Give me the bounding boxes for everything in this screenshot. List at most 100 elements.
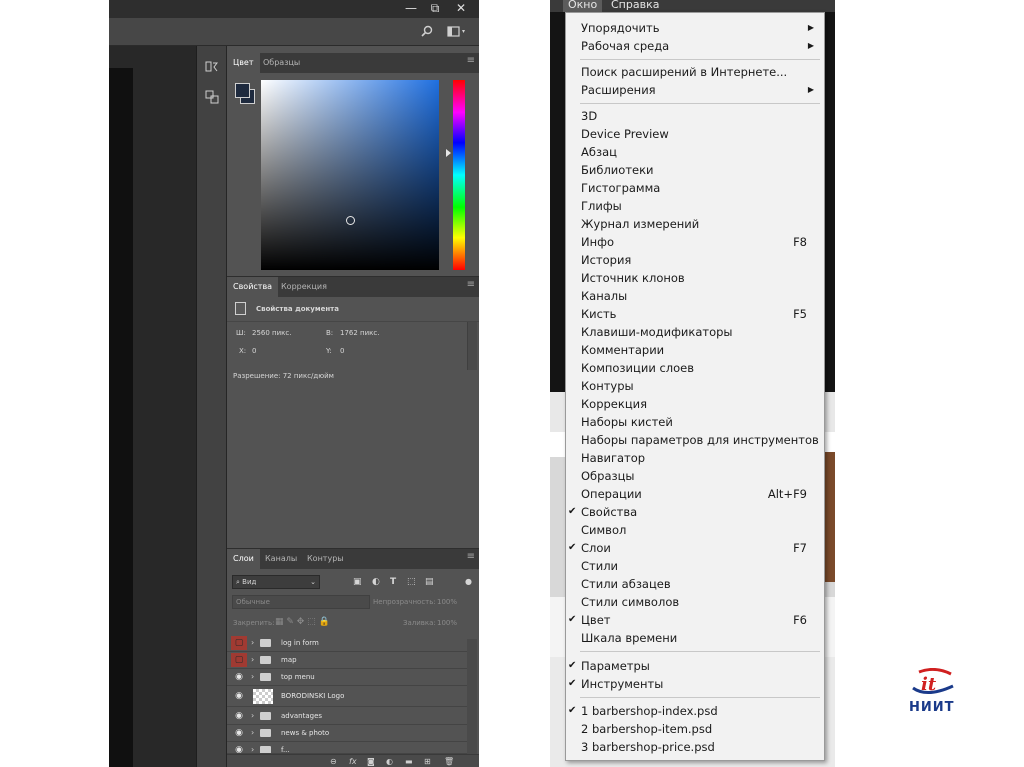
adjustments-icon[interactable] <box>199 90 225 112</box>
menu-item-modifier-keys[interactable]: Клавиши-модификаторы <box>566 323 824 341</box>
blend-mode-select[interactable]: Обычные <box>232 595 370 609</box>
fill-value[interactable]: 100% <box>437 619 457 627</box>
menu-item-clone-source[interactable]: Источник клонов <box>566 269 824 287</box>
layer-name[interactable]: news & photo <box>281 725 329 742</box>
layer-kind-filter[interactable]: ⌕ Вид ⌄ <box>232 575 320 589</box>
chevron-right-icon[interactable]: › <box>251 670 254 684</box>
menu-item-adjustments[interactable]: Коррекция <box>566 395 824 413</box>
layer-row[interactable]: ◉ › top menu <box>227 669 467 686</box>
menu-item-find-extensions[interactable]: Поиск расширений в Интернете... <box>566 63 824 81</box>
search-icon[interactable] <box>421 25 433 37</box>
layer-row[interactable]: ▢ › log in form <box>227 635 467 652</box>
tab-paths[interactable]: Контуры <box>301 549 350 569</box>
x-value[interactable]: 0 <box>252 347 256 355</box>
menu-item-tools[interactable]: ✔ Инструменты <box>566 675 824 693</box>
eye-icon[interactable]: ◉ <box>231 689 247 703</box>
menu-item-open-document[interactable]: ✔ 1 barbershop-index.psd <box>566 702 824 720</box>
y-value[interactable]: 0 <box>340 347 344 355</box>
menu-help[interactable]: Справка <box>606 0 664 12</box>
menu-item-workspace[interactable]: Рабочая среда ▶ <box>566 37 824 55</box>
menu-item-layers[interactable]: ✔ Слои F7 <box>566 539 824 557</box>
layer-name[interactable]: top menu <box>281 669 315 686</box>
menu-item-libraries[interactable]: Библиотеки <box>566 161 824 179</box>
menu-item-paths[interactable]: Контуры <box>566 377 824 395</box>
menu-item-brush[interactable]: Кисть F5 <box>566 305 824 323</box>
foreground-color-swatch[interactable] <box>235 83 250 98</box>
menu-item-styles[interactable]: Стили <box>566 557 824 575</box>
color-picker-handle[interactable] <box>346 216 355 225</box>
layer-row[interactable]: ◉ › news & photo <box>227 725 467 742</box>
menu-item-glyphs[interactable]: Глифы <box>566 197 824 215</box>
eye-icon[interactable]: ◉ <box>231 670 247 684</box>
opacity-value[interactable]: 100% <box>437 598 457 606</box>
menu-item-options[interactable]: ✔ Параметры <box>566 657 824 675</box>
shape-filter-icon[interactable]: ⬚ <box>407 577 416 587</box>
hue-slider[interactable] <box>453 80 465 270</box>
visibility-toggle[interactable]: ▢ <box>231 653 247 667</box>
menu-item-open-document[interactable]: 3 barbershop-price.psd <box>566 738 824 756</box>
smart-object-filter-icon[interactable]: ▤ <box>425 577 434 587</box>
menu-item-channels[interactable]: Каналы <box>566 287 824 305</box>
layer-name[interactable]: map <box>281 652 297 669</box>
menu-item-3d[interactable]: 3D <box>566 107 824 125</box>
history-icon[interactable] <box>199 60 225 82</box>
menu-item-navigator[interactable]: Навигатор <box>566 449 824 467</box>
layer-name[interactable]: f... <box>281 742 290 753</box>
menu-item-tool-presets[interactable]: Наборы параметров для инструментов <box>566 431 824 449</box>
menu-item-histogram[interactable]: Гистограмма <box>566 179 824 197</box>
filter-toggle-icon[interactable]: ● <box>465 577 472 586</box>
adjustment-layer-icon[interactable]: ◐ <box>386 755 393 767</box>
minimize-icon[interactable]: — <box>399 0 423 18</box>
layer-name[interactable]: BORODINSKI Logo <box>281 686 344 707</box>
layer-row[interactable]: ◉ › f... <box>227 742 467 754</box>
layer-row[interactable]: ◉ › advantages <box>227 708 467 725</box>
pixel-filter-icon[interactable]: ▣ <box>353 577 362 587</box>
new-layer-icon[interactable]: ⊞ <box>424 755 431 767</box>
height-value[interactable]: 1762 пикс. <box>340 329 379 337</box>
layer-row[interactable]: ◉ BORODINSKI Logo <box>227 686 467 707</box>
tab-color[interactable]: Цвет <box>227 53 260 73</box>
menu-item-layer-comps[interactable]: Композиции слоев <box>566 359 824 377</box>
panel-menu-icon[interactable]: ≡ <box>467 55 475 66</box>
maximize-icon[interactable]: ⧉ <box>423 0 447 18</box>
scrollbar[interactable] <box>467 322 477 370</box>
type-filter-icon[interactable]: T <box>390 577 396 587</box>
menu-item-brush-presets[interactable]: Наборы кистей <box>566 413 824 431</box>
workspace-icon[interactable] <box>447 26 467 37</box>
tab-channels[interactable]: Каналы <box>259 549 303 569</box>
menu-item-actions[interactable]: Операции Alt+F9 <box>566 485 824 503</box>
menu-item-info[interactable]: Инфо F8 <box>566 233 824 251</box>
lock-icons[interactable]: ▦ ✎ ✥ ⬚ 🔒 <box>275 617 330 627</box>
layer-name[interactable]: log in form <box>281 635 319 652</box>
menu-window[interactable]: Окно <box>563 0 603 12</box>
panel-menu-icon[interactable]: ≡ <box>467 551 475 562</box>
hue-slider-handle[interactable] <box>446 149 451 157</box>
menu-item-measurement-log[interactable]: Журнал измерений <box>566 215 824 233</box>
menu-item-open-document[interactable]: 2 barbershop-item.psd <box>566 720 824 738</box>
menu-item-paragraph[interactable]: Абзац <box>566 143 824 161</box>
color-field[interactable] <box>261 80 439 270</box>
fx-icon[interactable]: fx <box>349 755 357 767</box>
menu-item-paragraph-styles[interactable]: Стили абзацев <box>566 575 824 593</box>
chevron-right-icon[interactable]: › <box>251 653 254 667</box>
menu-item-device-preview[interactable]: Device Preview <box>566 125 824 143</box>
mask-icon[interactable]: ◙ <box>367 755 375 767</box>
menu-item-character[interactable]: Символ <box>566 521 824 539</box>
menu-item-history[interactable]: История <box>566 251 824 269</box>
eye-icon[interactable]: ◉ <box>231 726 247 740</box>
menu-item-character-styles[interactable]: Стили символов <box>566 593 824 611</box>
panel-menu-icon[interactable]: ≡ <box>467 279 475 290</box>
menu-item-extensions[interactable]: Расширения ▶ <box>566 81 824 99</box>
chevron-right-icon[interactable]: › <box>251 743 254 753</box>
chevron-right-icon[interactable]: › <box>251 726 254 740</box>
tab-adjustments[interactable]: Коррекция <box>275 277 333 297</box>
close-icon[interactable]: ✕ <box>449 0 473 18</box>
menu-item-color[interactable]: ✔ Цвет F6 <box>566 611 824 629</box>
menu-item-notes[interactable]: Комментарии <box>566 341 824 359</box>
chevron-right-icon[interactable]: › <box>251 709 254 723</box>
layer-row[interactable]: ▢ › map <box>227 652 467 669</box>
menu-item-properties[interactable]: ✔ Свойства <box>566 503 824 521</box>
width-value[interactable]: 2560 пикс. <box>252 329 291 337</box>
menu-item-swatches[interactable]: Образцы <box>566 467 824 485</box>
link-icon[interactable]: ⊖ <box>330 755 337 767</box>
